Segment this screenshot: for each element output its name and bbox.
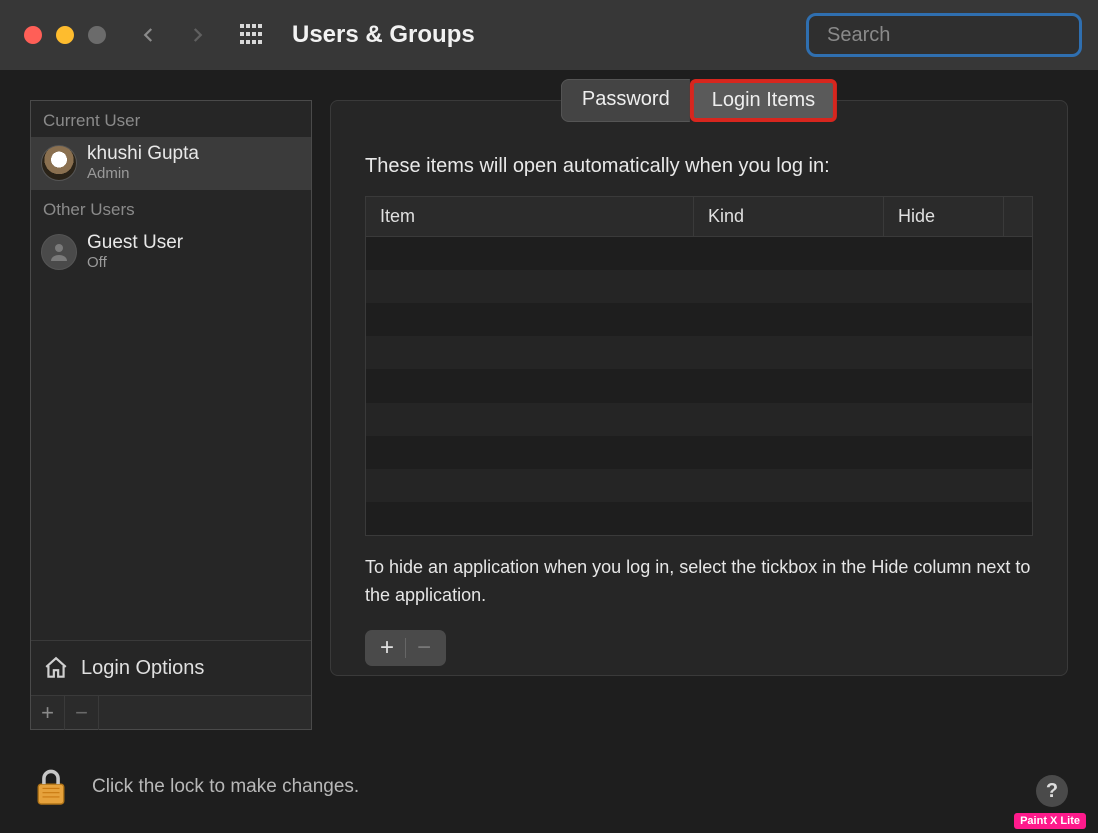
table-row — [366, 469, 1032, 502]
login-items-body[interactable] — [366, 237, 1032, 535]
other-users-section-label: Other Users — [31, 190, 311, 226]
tabs: Password Login Items — [561, 79, 837, 122]
search-field[interactable] — [806, 13, 1082, 57]
avatar — [41, 145, 77, 181]
login-items-intro: These items will open automatically when… — [365, 155, 1033, 178]
col-header-spacer — [1004, 197, 1032, 236]
table-row — [366, 436, 1032, 469]
lock-icon[interactable] — [34, 767, 68, 807]
remove-item-button: − — [412, 634, 436, 662]
col-header-item[interactable]: Item — [366, 197, 694, 236]
table-row — [366, 270, 1032, 303]
help-button[interactable]: ? — [1036, 775, 1068, 807]
col-header-hide[interactable]: Hide — [884, 197, 1004, 236]
user-row-guest[interactable]: Guest User Off — [31, 226, 311, 279]
add-user-button[interactable]: + — [31, 696, 65, 730]
remove-user-button: − — [65, 696, 99, 730]
titlebar: Users & Groups — [0, 0, 1098, 70]
lock-row: Click the lock to make changes. — [34, 767, 359, 807]
window-controls — [24, 26, 106, 44]
lock-text: Click the lock to make changes. — [92, 776, 359, 798]
table-row — [366, 237, 1032, 270]
add-remove-pill: + − — [365, 630, 446, 666]
col-header-kind[interactable]: Kind — [694, 197, 884, 236]
user-role: Admin — [87, 165, 199, 182]
watermark: Paint X Lite — [1014, 813, 1086, 829]
table-row — [366, 369, 1032, 402]
user-name: Guest User — [87, 232, 183, 254]
back-button[interactable] — [140, 26, 158, 44]
search-input[interactable] — [827, 24, 1092, 47]
login-items-panel: Password Login Items These items will op… — [330, 100, 1068, 676]
login-items-table: Item Kind Hide — [365, 196, 1033, 536]
login-items-hint: To hide an application when you log in, … — [365, 554, 1033, 610]
login-options-button[interactable]: Login Options — [31, 640, 311, 695]
add-item-button[interactable]: + — [375, 634, 399, 662]
nav-arrows — [140, 26, 206, 44]
user-row-current[interactable]: khushi Gupta Admin — [31, 137, 311, 190]
house-icon — [43, 655, 69, 681]
avatar-generic-icon — [41, 234, 77, 270]
tab-password[interactable]: Password — [561, 79, 690, 122]
forward-button — [188, 26, 206, 44]
users-sidebar: Current User khushi Gupta Admin Other Us… — [30, 100, 312, 730]
window-title: Users & Groups — [292, 21, 475, 49]
user-name: khushi Gupta — [87, 143, 199, 165]
table-row — [366, 502, 1032, 535]
current-user-section-label: Current User — [31, 101, 311, 137]
zoom-window-button[interactable] — [88, 26, 106, 44]
sidebar-footer: + − — [31, 695, 311, 729]
table-row — [366, 336, 1032, 369]
tab-login-items[interactable]: Login Items — [690, 79, 837, 122]
close-window-button[interactable] — [24, 26, 42, 44]
login-options-label: Login Options — [81, 657, 204, 680]
table-row — [366, 303, 1032, 336]
user-role: Off — [87, 254, 183, 271]
minimize-window-button[interactable] — [56, 26, 74, 44]
table-row — [366, 403, 1032, 436]
show-all-icon[interactable] — [240, 24, 262, 46]
